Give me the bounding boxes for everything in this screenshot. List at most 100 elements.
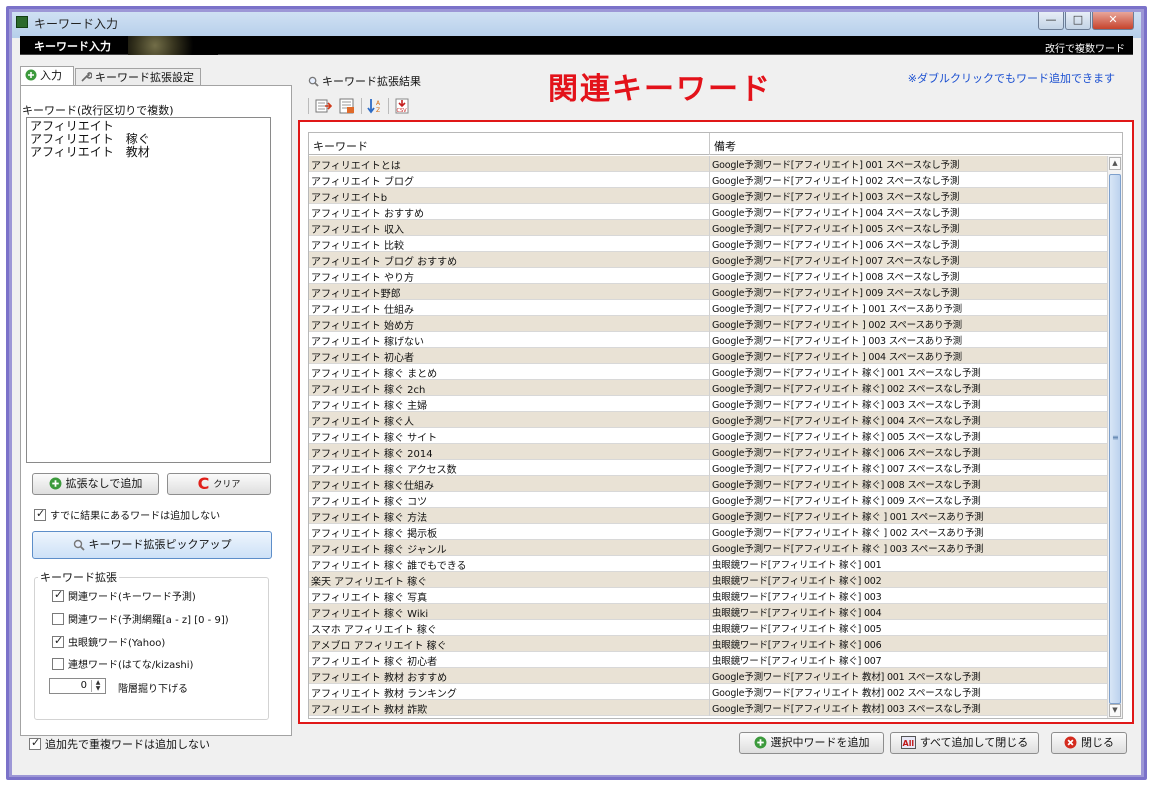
keyword-cell: アフィリエイト 稼ぐ コツ (311, 497, 428, 508)
table-row[interactable]: アフィリエイト 稼ぐ 写真 虫眼鏡ワード[アフィリエイト 稼ぐ] 003 (309, 588, 1109, 604)
table-row[interactable]: アフィリエイト 稼ぐ アクセス数 Google予測ワード[アフィリエイト 稼ぐ] … (309, 460, 1109, 476)
table-row[interactable]: アフィリエイト 稼ぐ 2014 Google予測ワード[アフィリエイト 稼ぐ] 0… (309, 444, 1109, 460)
stepper-arrows-icon[interactable]: ▲ ▼ (91, 680, 104, 692)
table-row[interactable]: アフィリエイト 収入 Google予測ワード[アフィリエイト] 005 スペースな… (309, 220, 1109, 236)
expand-option-magnifier[interactable]: 虫眼鏡ワード(Yahoo) (52, 634, 165, 649)
table-row[interactable]: アフィリエイト 稼ぐ 誰でもできる 虫眼鏡ワード[アフィリエイト 稼ぐ] 001 (309, 556, 1109, 572)
table-row[interactable]: アフィリエイト やり方 Google予測ワード[アフィリエイト] 008 スペース… (309, 268, 1109, 284)
table-row[interactable]: アフィリエイト 稼ぐ コツ Google予測ワード[アフィリエイト 稼ぐ] 009… (309, 492, 1109, 508)
table-row[interactable]: アフィリエイト 稼ぐ人 Google予測ワード[アフィリエイト 稼ぐ] 004 ス… (309, 412, 1109, 428)
table-row[interactable]: アフィリエイト おすすめ Google予測ワード[アフィリエイト] 004 スペー… (309, 204, 1109, 220)
table-row[interactable]: アフィリエイト 教材 ランキング Google予測ワード[アフィリエイト 教材] … (309, 684, 1109, 700)
table-row[interactable]: アフィリエイト 稼ぐ仕組み Google予測ワード[アフィリエイト 稼ぐ] 008… (309, 476, 1109, 492)
cell-divider (709, 492, 710, 508)
add-selected-label: 選択中ワードを追加 (770, 736, 870, 749)
results-grid[interactable]: キーワード 備考 アフィリエイトとは Google予測ワード[アフィリエイト] 0… (308, 132, 1123, 719)
keyword-textarea[interactable]: アフィリエイト アフィリエイト 稼ぐ アフィリエイト 教材 (26, 117, 271, 463)
title-bar[interactable]: キーワード入力 — □ ✕ (12, 12, 1141, 38)
table-row[interactable]: アフィリエイト 仕組み Google予測ワード[アフィリエイト ] 001 スペー… (309, 300, 1109, 316)
column-header-keyword[interactable]: キーワード (313, 138, 368, 154)
table-icon[interactable] (338, 97, 356, 115)
table-row[interactable]: 楽天 アフィリエイト 稼ぐ 虫眼鏡ワード[アフィリエイト 稼ぐ] 002 (309, 572, 1109, 588)
table-row[interactable]: アフィリエイト 稼ぐ サイト Google予測ワード[アフィリエイト 稼ぐ] 00… (309, 428, 1109, 444)
close-window-button[interactable]: ✕ (1092, 12, 1134, 30)
table-row[interactable]: アメブロ アフィリエイト 稼ぐ 虫眼鏡ワード[アフィリエイト 稼ぐ] 006 (309, 636, 1109, 652)
export-icon[interactable] (314, 97, 333, 115)
scroll-thumb[interactable]: ≡ (1109, 174, 1121, 704)
table-row[interactable]: アフィリエイトb Google予測ワード[アフィリエイト] 003 スペースなし予… (309, 188, 1109, 204)
skip-existing-checkbox[interactable] (34, 507, 46, 521)
sort-icon[interactable]: AZ (366, 97, 384, 115)
table-row[interactable]: スマホ アフィリエイト 稼ぐ 虫眼鏡ワード[アフィリエイト 稼ぐ] 005 (309, 620, 1109, 636)
association-label: 連想ワード(はてな/kizashi) (68, 660, 194, 671)
table-row[interactable]: アフィリエイト 始め方 Google予測ワード[アフィリエイト ] 002 スペー… (309, 316, 1109, 332)
table-row[interactable]: アフィリエイト ブログ おすすめ Google予測ワード[アフィリエイト] 007… (309, 252, 1109, 268)
scroll-up-arrow-icon[interactable]: ▲ (1109, 157, 1121, 170)
table-row[interactable]: アフィリエイト 稼ぐ 主婦 Google予測ワード[アフィリエイト 稼ぐ] 003… (309, 396, 1109, 412)
vertical-scrollbar[interactable]: ▲ ≡ ▼ (1107, 156, 1122, 718)
tab-expand-settings[interactable]: キーワード拡張設定 (75, 68, 201, 85)
keyword-cell: アフィリエイト 仕組み (311, 305, 414, 316)
table-row[interactable]: アフィリエイト 稼ぐ 2ch Google予測ワード[アフィリエイト 稼ぐ] 00… (309, 380, 1109, 396)
table-row[interactable]: アフィリエイト 稼ぐ 掲示板 Google予測ワード[アフィリエイト 稼ぐ ] 0… (309, 524, 1109, 540)
app-window: キーワード入力 — □ ✕ キーワード入力 改行で複数ワード 入力 キーワード拡… (12, 12, 1141, 775)
column-divider[interactable] (709, 133, 710, 155)
add-all-close-button[interactable]: All すべて追加して閉じる (890, 732, 1039, 754)
depth-stepper[interactable]: 0 ▲ ▼ (49, 678, 106, 694)
csv-icon[interactable]: CSV (393, 97, 411, 115)
close-circle-icon (1064, 736, 1077, 756)
table-row[interactable]: アフィリエイト 稼ぐ まとめ Google予測ワード[アフィリエイト 稼ぐ] 00… (309, 364, 1109, 380)
table-row[interactable]: アフィリエイト 稼ぐ Wiki 虫眼鏡ワード[アフィリエイト 稼ぐ] 004 (309, 604, 1109, 620)
keyword-cell: アフィリエイト 稼ぐ 主婦 (311, 401, 428, 412)
table-row[interactable]: アフィリエイト 教材 おすすめ Google予測ワード[アフィリエイト 教材] 0… (309, 668, 1109, 684)
table-row[interactable]: アフィリエイト 初心者 Google予測ワード[アフィリエイト ] 004 スペー… (309, 348, 1109, 364)
maximize-button[interactable]: □ (1065, 12, 1091, 30)
expand-option-association[interactable]: 連想ワード(はてな/kizashi) (52, 656, 193, 671)
keyword-cell: アフィリエイト 稼ぐ 2014 (311, 449, 433, 460)
table-row[interactable]: アフィリエイトとは Google予測ワード[アフィリエイト] 001 スペースなし… (309, 156, 1109, 172)
tab-input[interactable]: 入力 (20, 66, 74, 85)
keyword-pickup-button[interactable]: キーワード拡張ピックアップ (32, 531, 272, 559)
clear-button[interactable]: C クリア (167, 473, 271, 495)
related-checkbox[interactable] (52, 588, 64, 602)
results-label-text: キーワード拡張結果 (322, 75, 421, 88)
expand-group-label: キーワード拡張 (38, 569, 119, 585)
no-duplicates-checkbox[interactable] (29, 736, 41, 750)
association-checkbox[interactable] (52, 658, 64, 670)
minimize-button[interactable]: — (1038, 12, 1064, 30)
expand-option-related[interactable]: 関連ワード(キーワード予測) (52, 588, 196, 603)
table-row[interactable]: アフィリエイト 教材 詐欺 Google予測ワード[アフィリエイト 教材] 003… (309, 700, 1109, 716)
table-row[interactable]: アフィリエイト 稼ぐ 初心者 虫眼鏡ワード[アフィリエイト 稼ぐ] 007 (309, 652, 1109, 668)
note-cell: Google予測ワード[アフィリエイト 稼ぐ] 006 スペースなし予測 (712, 448, 981, 459)
table-row[interactable]: アフィリエイト 稼ぐ 方法 Google予測ワード[アフィリエイト 稼ぐ ] 00… (309, 508, 1109, 524)
close-button[interactable]: 閉じる (1051, 732, 1127, 754)
plus-circle-icon (49, 477, 62, 497)
cell-divider (709, 460, 710, 476)
magnifier-checkbox[interactable] (52, 634, 64, 648)
table-row[interactable]: アフィリエイト 稼ぐ ジャンル Google予測ワード[アフィリエイト 稼ぐ ] … (309, 540, 1109, 556)
table-row[interactable]: アフィリエイト野郎 Google予測ワード[アフィリエイト] 009 スペースなし… (309, 284, 1109, 300)
table-row[interactable]: アフィリエイト ブログ Google予測ワード[アフィリエイト] 002 スペース… (309, 172, 1109, 188)
cell-divider (709, 604, 710, 620)
no-duplicates-option[interactable]: 追加先で重複ワードは追加しない (29, 736, 210, 752)
skip-existing-option[interactable]: すでに結果にあるワードは追加しない (34, 507, 220, 522)
add-without-expand-button[interactable]: 拡張なしで追加 (32, 473, 159, 495)
table-row[interactable]: アフィリエイト 比較 Google予測ワード[アフィリエイト] 006 スペースな… (309, 236, 1109, 252)
note-cell: Google予測ワード[アフィリエイト 稼ぐ] 009 スペースなし予測 (712, 496, 981, 507)
add-selected-button[interactable]: 選択中ワードを追加 (739, 732, 884, 754)
cell-divider (709, 508, 710, 524)
scroll-down-arrow-icon[interactable]: ▼ (1109, 704, 1121, 717)
toolbar-separator (361, 98, 362, 114)
plus-circle-icon (754, 736, 767, 756)
table-row[interactable]: アフィリエイト 稼げない Google予測ワード[アフィリエイト ] 003 スペ… (309, 332, 1109, 348)
cell-divider (709, 284, 710, 300)
keyword-cell: アフィリエイト 比較 (311, 241, 404, 252)
keyword-cell: アフィリエイト ブログ (311, 177, 414, 188)
note-cell: Google予測ワード[アフィリエイト] 003 スペースなし予測 (712, 192, 960, 203)
note-cell: Google予測ワード[アフィリエイト ] 003 スペースあり予測 (712, 336, 962, 347)
column-header-note[interactable]: 備考 (714, 138, 736, 154)
related-exhaustive-checkbox[interactable] (52, 613, 64, 625)
results-label: キーワード拡張結果 (308, 73, 421, 90)
keyword-cell: アフィリエイト 稼ぐ 2ch (311, 385, 426, 396)
expand-option-related-exhaustive[interactable]: 関連ワード(予測網羅[a - z] [0 - 9]) (52, 611, 229, 626)
